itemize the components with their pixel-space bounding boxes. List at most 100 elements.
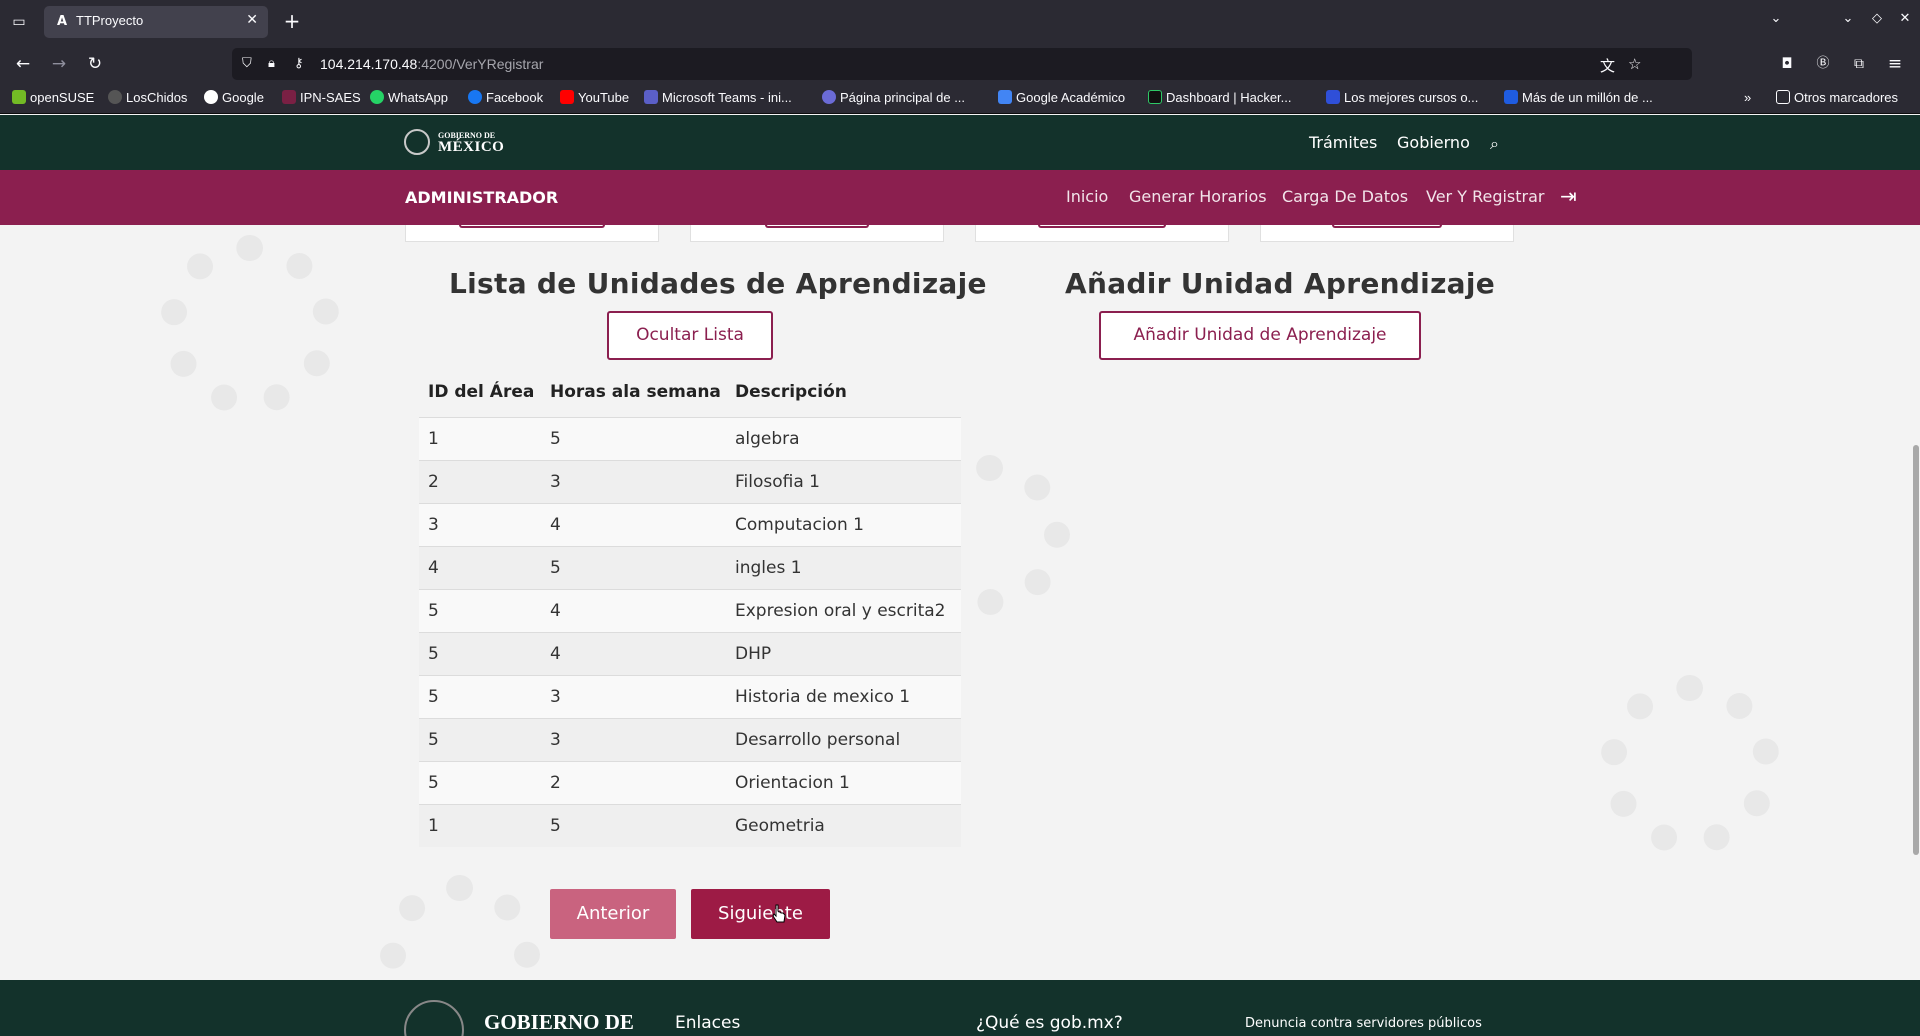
- bookmark-item[interactable]: IPN-SAES: [282, 90, 361, 105]
- background-gear-decoration: [160, 235, 340, 415]
- cell-description: Expresion oral y escrita2: [735, 601, 946, 621]
- google-icon: [204, 90, 218, 104]
- nav-carga-de-datos[interactable]: Carga De Datos: [1282, 187, 1408, 206]
- translate-icon[interactable]: 文: [1600, 55, 1615, 76]
- bookmark-item[interactable]: LosChidos: [108, 90, 187, 105]
- cell-hours: 3: [550, 730, 561, 750]
- new-tab-icon[interactable]: +: [280, 9, 304, 33]
- lock-icon[interactable]: 🔒︎: [268, 56, 275, 71]
- table-row: 5 2 Orientacion 1: [419, 761, 961, 804]
- nav-generar-horarios[interactable]: Generar Horarios: [1129, 187, 1267, 206]
- browser-tab[interactable]: A TTProyecto ✕: [44, 6, 268, 38]
- page-scrollbar[interactable]: [1912, 115, 1920, 1036]
- extensions-icon[interactable]: ⧉: [1848, 53, 1870, 75]
- card-button-edge[interactable]: [459, 225, 605, 228]
- cell-area-id: 4: [428, 558, 439, 578]
- gobierno-mexico-logo[interactable]: GOBIERNO DE MÉXICO: [404, 129, 504, 157]
- list-section-title: Lista de Unidades de Aprendizaje: [449, 267, 987, 300]
- opensuse-icon: [12, 90, 26, 104]
- next-button[interactable]: Siguiente: [691, 889, 830, 939]
- bookmarks-overflow-icon[interactable]: »: [1744, 90, 1751, 105]
- bookmark-item[interactable]: openSUSE: [12, 90, 94, 105]
- courses-icon: [1326, 90, 1340, 104]
- close-tab-icon[interactable]: ✕: [246, 12, 258, 28]
- menu-icon[interactable]: ≡: [1884, 53, 1906, 75]
- bookmark-item[interactable]: Más de un millón de ...: [1504, 90, 1653, 105]
- url-bar[interactable]: ⛉ 🔒︎ ⚷ 104.214.170.48:4200/VerYRegistrar…: [232, 48, 1692, 80]
- cell-area-id: 5: [428, 644, 439, 664]
- bookmark-item[interactable]: Dashboard | Hacker...: [1148, 90, 1292, 105]
- browser-tab-bar: ▭ A TTProyecto ✕ + ⌄ ⌄ ◇ ✕: [0, 0, 1920, 44]
- table-row: 5 4 Expresion oral y escrita2: [419, 589, 961, 632]
- scholar-icon: [998, 90, 1012, 104]
- nav-ver-y-registrar[interactable]: Ver Y Registrar: [1426, 187, 1544, 206]
- card-button-edge[interactable]: [1332, 225, 1442, 228]
- bookmark-star-icon[interactable]: ☆: [1628, 55, 1641, 73]
- cell-hours: 3: [550, 687, 561, 707]
- mouse-pointer-icon: [772, 904, 786, 923]
- search-icon[interactable]: ⌕: [1490, 134, 1499, 154]
- bookmark-item[interactable]: Google Académico: [998, 90, 1125, 105]
- card-stub: [690, 225, 944, 242]
- cell-description: Geometria: [735, 816, 825, 836]
- footer-complaint-link[interactable]: Denuncia contra servidores públicos: [1245, 1016, 1482, 1031]
- back-icon[interactable]: ←: [12, 53, 34, 75]
- pocket-icon[interactable]: ◘: [1776, 53, 1798, 75]
- bookmark-item[interactable]: Microsoft Teams - ini...: [644, 90, 792, 105]
- scrollbar-thumb[interactable]: [1913, 445, 1919, 855]
- background-gear-decoration: [1600, 675, 1780, 855]
- bookmark-item[interactable]: YouTube: [560, 90, 629, 105]
- web-page: GOBIERNO DE MÉXICO Trámites Gobierno ⌕ A…: [0, 115, 1920, 1036]
- other-bookmarks[interactable]: Otros marcadores: [1776, 90, 1898, 105]
- bookmark-item[interactable]: Facebook: [468, 90, 543, 105]
- table-header: ID del Área Horas ala semana Descripción: [419, 370, 961, 417]
- maximize-icon[interactable]: ◇: [1867, 11, 1887, 26]
- bookmark-item[interactable]: Página principal de ...: [822, 90, 965, 105]
- footer-seal-icon: [404, 1000, 464, 1036]
- add-section-title: Añadir Unidad Aprendizaje: [1065, 267, 1496, 300]
- account-icon[interactable]: Ⓑ: [1812, 53, 1834, 75]
- tab-list-icon[interactable]: ▭: [8, 11, 30, 33]
- angular-favicon-icon: A: [56, 14, 68, 29]
- github-icon: [108, 90, 122, 104]
- nav-inicio[interactable]: Inicio: [1066, 187, 1108, 206]
- shield-icon[interactable]: ⛉: [242, 56, 252, 71]
- site-icon: [1504, 90, 1518, 104]
- url-text[interactable]: 104.214.170.48:4200/VerYRegistrar: [320, 56, 543, 72]
- tramites-link[interactable]: Trámites: [1309, 133, 1377, 152]
- bookmark-item[interactable]: Google: [204, 90, 264, 105]
- tab-title: TTProyecto: [76, 13, 144, 28]
- card-button-edge[interactable]: [1038, 225, 1166, 228]
- column-header: Horas ala semana: [550, 382, 721, 402]
- forward-icon[interactable]: →: [48, 53, 70, 75]
- add-learning-unit-button[interactable]: Añadir Unidad de Aprendizaje: [1099, 311, 1421, 360]
- card-stub: [405, 225, 659, 242]
- table-row: 3 4 Computacion 1: [419, 503, 961, 546]
- column-header: ID del Área: [428, 382, 535, 402]
- hide-list-button[interactable]: Ocultar Lista: [607, 311, 773, 360]
- cell-hours: 5: [550, 816, 561, 836]
- cell-area-id: 5: [428, 730, 439, 750]
- cell-area-id: 5: [428, 687, 439, 707]
- bookmarks-bar: openSUSE LosChidos Google IPN-SAES Whats…: [0, 84, 1920, 114]
- footer-que-es-gobmx-heading: ¿Qué es gob.mx?: [976, 1013, 1123, 1033]
- bookmark-item[interactable]: Los mejores cursos o...: [1326, 90, 1478, 105]
- cell-area-id: 5: [428, 773, 439, 793]
- cell-area-id: 2: [428, 472, 439, 492]
- table-row: 4 5 ingles 1: [419, 546, 961, 589]
- reload-icon[interactable]: ↻: [84, 53, 106, 75]
- table-row: 5 3 Desarrollo personal: [419, 718, 961, 761]
- footer-enlaces-heading: Enlaces: [675, 1013, 741, 1033]
- bookmark-item[interactable]: WhatsApp: [370, 90, 448, 105]
- key-icon[interactable]: ⚷: [294, 56, 304, 71]
- tab-overflow-icon[interactable]: ⌄: [1766, 11, 1786, 26]
- logout-icon[interactable]: ⇥: [1560, 184, 1577, 208]
- cell-area-id: 5: [428, 601, 439, 621]
- cell-description: ingles 1: [735, 558, 802, 578]
- minimize-icon[interactable]: ⌄: [1838, 11, 1858, 26]
- close-window-icon[interactable]: ✕: [1895, 11, 1915, 26]
- gobierno-link[interactable]: Gobierno: [1397, 133, 1470, 152]
- cell-hours: 4: [550, 644, 561, 664]
- card-button-edge[interactable]: [765, 225, 869, 228]
- previous-button[interactable]: Anterior: [550, 889, 676, 939]
